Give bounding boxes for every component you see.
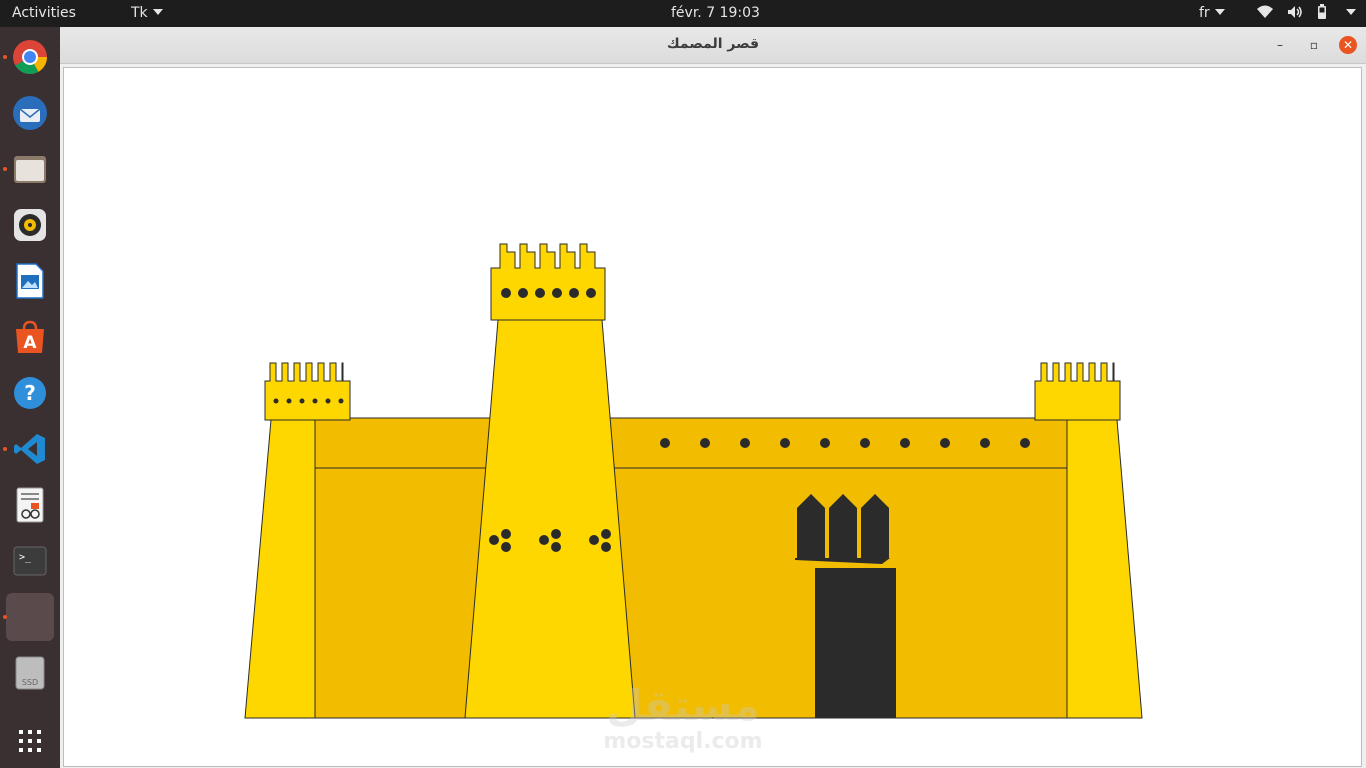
close-button[interactable]: ✕ <box>1339 36 1357 54</box>
vscode-icon <box>14 434 45 464</box>
dock-show-apps[interactable] <box>6 717 54 765</box>
terminal-icon: >_ <box>13 546 47 576</box>
chevron-down-icon <box>152 9 163 15</box>
clock[interactable]: févr. 7 19:03 <box>671 5 760 21</box>
dock-ssd-drive[interactable]: SSD <box>6 649 54 697</box>
document-viewer-icon <box>16 487 44 523</box>
dock-vscode[interactable] <box>3 425 54 473</box>
volume-icon <box>1288 5 1302 18</box>
svg-text:?: ? <box>24 381 36 405</box>
dock-thunderbird[interactable] <box>6 89 54 137</box>
dock: A ? >_ SSD <box>0 27 60 768</box>
running-indicator <box>3 615 7 619</box>
chevron-down-icon <box>1346 8 1356 15</box>
central-tower <box>464 243 636 719</box>
dock-tk-window[interactable] <box>3 593 54 641</box>
help-icon: ? <box>14 377 46 409</box>
running-indicator <box>3 167 7 171</box>
dock-writer[interactable] <box>6 257 54 305</box>
wifi-icon <box>1257 5 1273 18</box>
drawing-canvas[interactable]: مستقل mostaql.com <box>63 67 1362 767</box>
dock-rhythmbox[interactable] <box>6 201 54 249</box>
dock-chrome[interactable] <box>3 33 54 81</box>
top-bar: Activities Tk févr. 7 19:03 fr <box>0 0 1366 27</box>
dock-files[interactable] <box>3 145 54 193</box>
running-indicator <box>3 447 7 451</box>
maximize-button[interactable]: ▫ <box>1305 36 1323 54</box>
app-menu[interactable]: Tk <box>131 5 163 21</box>
dock-help[interactable]: ? <box>6 369 54 417</box>
minimize-button[interactable]: – <box>1271 36 1289 54</box>
software-icon: A <box>16 320 44 353</box>
watermark: مستقل mostaql.com <box>603 681 762 754</box>
chrome-icon <box>13 40 47 74</box>
dock-software[interactable]: A <box>6 313 54 361</box>
watermark-arabic: مستقل <box>606 681 760 730</box>
dock-document-viewer[interactable] <box>6 481 54 529</box>
svg-text:A: A <box>23 333 37 353</box>
app-window: قصر المصمك – ▫ ✕ مستقل mostaql.com <box>60 27 1366 768</box>
dock-terminal[interactable]: >_ <box>6 537 54 585</box>
rhythmbox-icon <box>14 209 46 241</box>
writer-icon <box>16 263 44 299</box>
language-label: fr <box>1199 5 1210 21</box>
window-title: قصر المصمك <box>666 36 760 52</box>
battery-icon <box>1318 4 1326 19</box>
fort-gate <box>815 568 896 718</box>
language-menu[interactable]: fr <box>1199 5 1225 21</box>
ssd-label: SSD <box>21 678 39 687</box>
thunderbird-icon <box>13 96 47 130</box>
main-wall <box>314 417 1068 719</box>
masmak-fort-drawing: مستقل mostaql.com <box>244 243 1143 754</box>
show-apps-icon <box>19 730 41 752</box>
watermark-latin: mostaql.com <box>603 729 762 754</box>
window-titlebar[interactable]: قصر المصمك – ▫ ✕ <box>60 27 1366 64</box>
app-menu-label: Tk <box>131 5 148 21</box>
files-icon <box>14 156 46 183</box>
running-indicator <box>3 55 7 59</box>
svg-text:>_: >_ <box>19 552 32 563</box>
system-tray[interactable] <box>1257 4 1356 19</box>
chevron-down-icon <box>1214 9 1225 15</box>
activities-button[interactable]: Activities <box>12 5 76 21</box>
tk-window-icon <box>20 607 40 627</box>
arched-windows <box>795 494 890 564</box>
